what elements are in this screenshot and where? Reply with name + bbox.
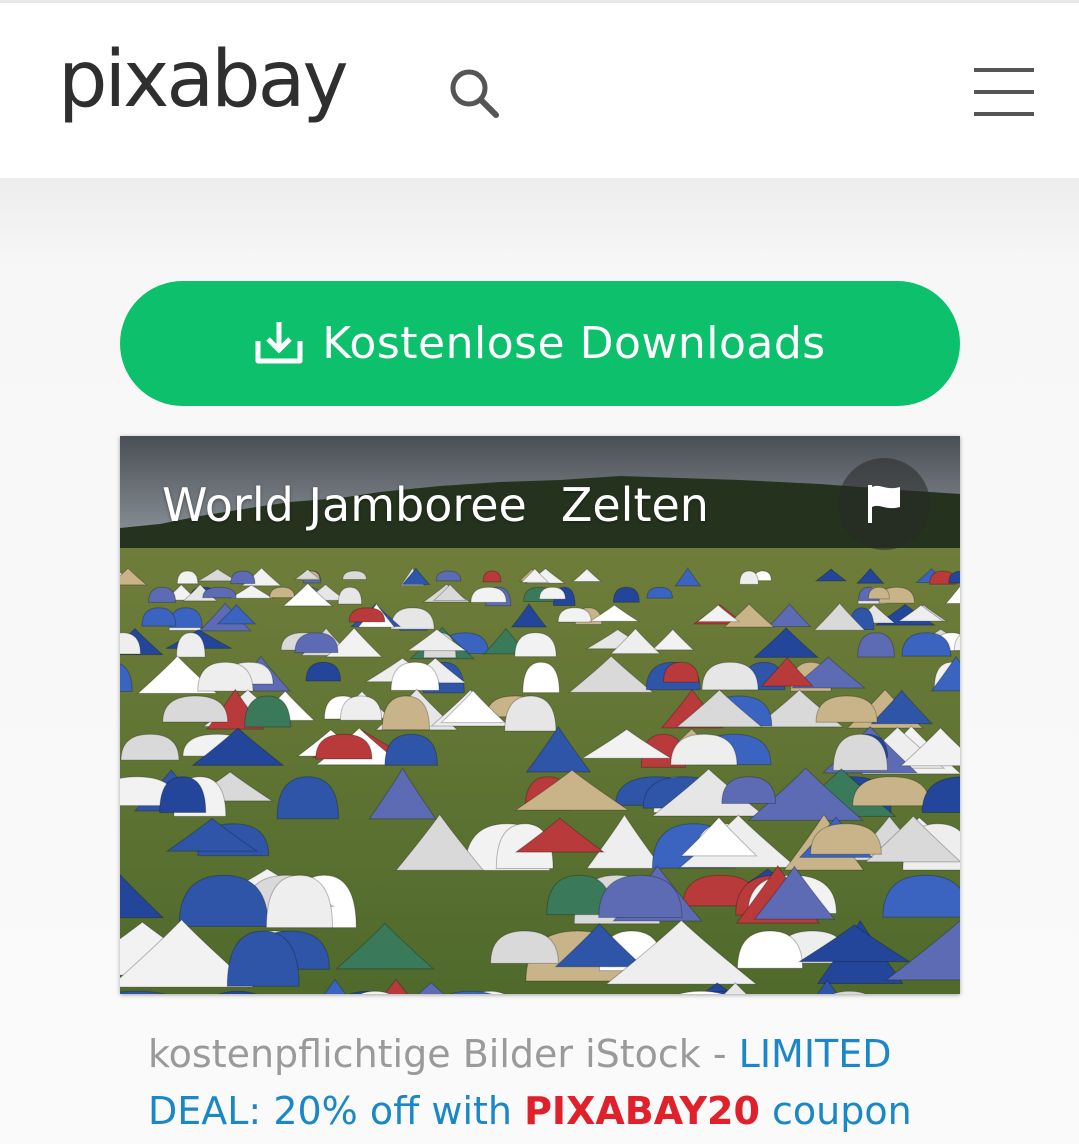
pixabay-logo[interactable]: pixabay xyxy=(58,41,349,119)
tent-shape xyxy=(482,570,502,583)
tent-shape xyxy=(739,570,759,585)
download-button-label: Kostenlose Downloads xyxy=(322,318,826,369)
coupon-code[interactable]: PIXABAY20 xyxy=(524,1089,760,1133)
photo-tags: World Jamboree Zelten xyxy=(162,478,743,532)
search-icon[interactable] xyxy=(446,65,502,121)
tent-shape xyxy=(867,586,890,600)
report-flag-button[interactable] xyxy=(838,458,930,550)
photo-preview[interactable]: World Jamboree Zelten xyxy=(120,436,960,994)
istock-ad-text: kostenpflichtige Bilder iStock - LIMITED… xyxy=(148,1026,948,1140)
tent-shape xyxy=(646,586,673,599)
ad-prefix: kostenpflichtige Bilder iStock - xyxy=(148,1032,739,1076)
free-download-button[interactable]: Kostenlose Downloads xyxy=(120,281,960,406)
flag-icon xyxy=(868,485,900,523)
top-header: pixabay xyxy=(0,0,1079,178)
hamburger-menu-icon[interactable] xyxy=(972,66,1036,118)
tent-shape xyxy=(202,586,237,599)
tent-shape xyxy=(342,570,367,581)
download-icon xyxy=(255,321,303,363)
tag-zelten[interactable]: Zelten xyxy=(561,478,709,532)
tent-shape xyxy=(538,586,566,600)
tent-shape xyxy=(269,586,295,599)
tag-world-jamboree[interactable]: World Jamboree xyxy=(162,478,527,532)
coupon-suffix[interactable]: coupon xyxy=(760,1089,912,1133)
tent-shape xyxy=(176,570,199,585)
tent-shape xyxy=(435,570,462,582)
